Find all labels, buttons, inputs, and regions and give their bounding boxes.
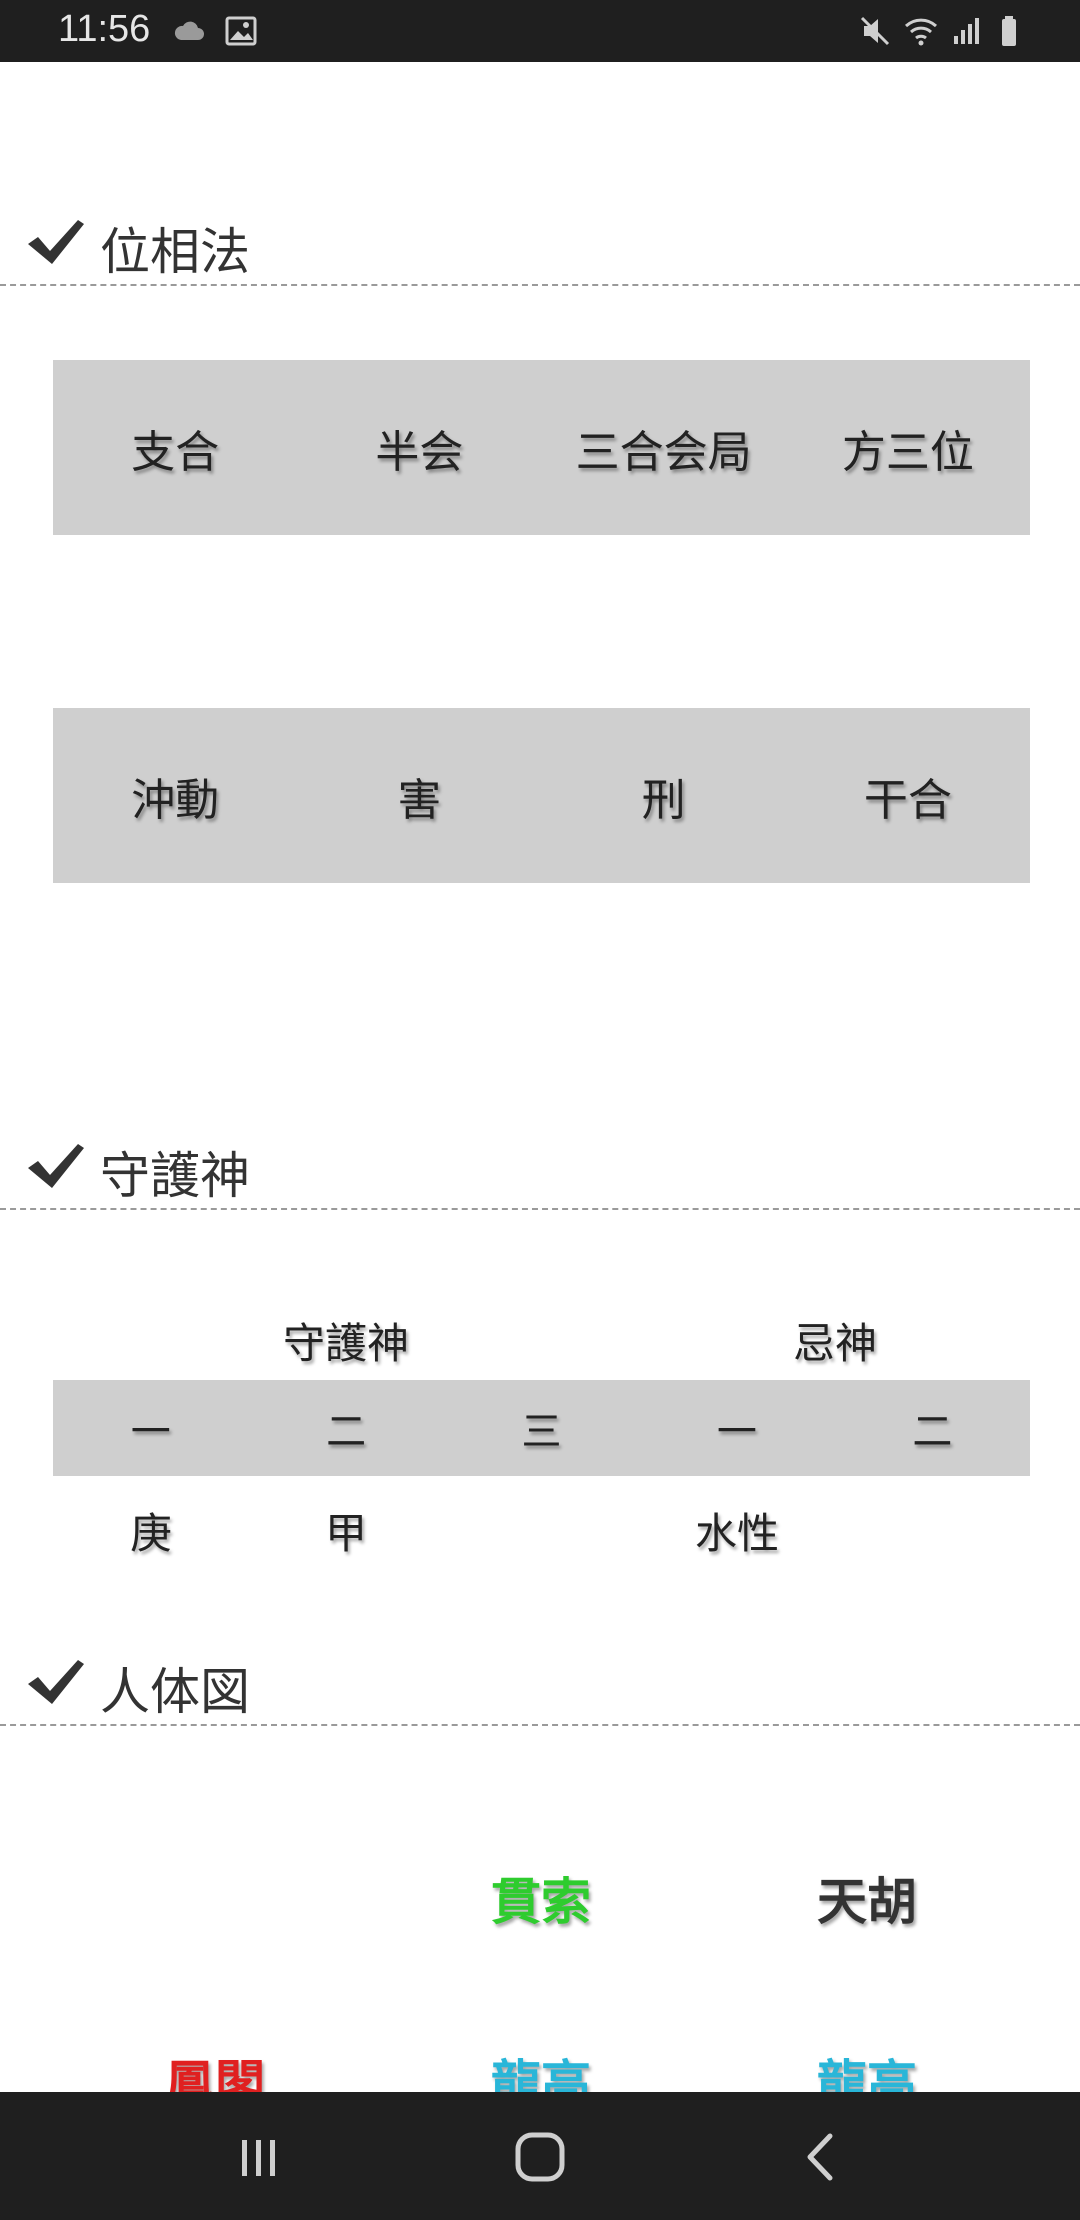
body-chart-cell: 鳳閣 (165, 2055, 265, 2092)
guardian-group-labels: 守護神 忌神 (53, 1310, 1030, 1380)
section-divider (0, 1724, 1080, 1726)
section-divider (0, 284, 1080, 286)
body-chart-cell: 天胡 (817, 1873, 917, 1931)
iso-button[interactable]: 干合 (786, 708, 1030, 883)
guardian-column-header: 一 (716, 1409, 757, 1455)
checkmark-icon (26, 216, 86, 268)
checkmark-icon (26, 1656, 86, 1708)
iso-button[interactable]: 三合会局 (542, 360, 786, 535)
cloud-icon (172, 14, 206, 48)
iso-button[interactable]: 方三位 (786, 360, 1030, 535)
section-header-guardian: 守護神 (0, 1132, 1080, 1205)
guardian-column-header: 一 (130, 1409, 171, 1455)
guardian-column-header: 二 (912, 1409, 953, 1455)
iso-button[interactable]: 害 (297, 708, 541, 883)
status-bar: 11:56 (0, 0, 1080, 62)
body-chart-cell: 龍高 (817, 2055, 917, 2092)
iso-row-2: 沖動 害 刑 干合 (53, 708, 1030, 883)
section-divider (0, 1208, 1080, 1210)
battery-icon (994, 14, 1028, 48)
guardian-value: 甲 (324, 1509, 368, 1558)
section-title: 人体図 (100, 1663, 250, 1721)
guardian-group-label: 守護神 (282, 1319, 410, 1368)
section-header-iso: 位相法 (0, 208, 1080, 281)
iso-row-1: 支合 半会 三合会局 方三位 (53, 360, 1030, 535)
navigation-bar (0, 2092, 1080, 2220)
guardian-value: 水性 (694, 1509, 780, 1558)
recents-icon[interactable] (218, 2122, 298, 2192)
content-area[interactable]: 位相法 支合 半会 三合会局 方三位 沖動 害 刑 干合 守護神 守護神 忌神 … (0, 62, 1080, 2092)
image-icon (224, 14, 258, 48)
guardian-column-header: 二 (326, 1409, 367, 1455)
body-chart-cell: 貫索 (491, 1873, 591, 1931)
mute-icon (858, 14, 892, 48)
guardian-values-row: 庚 甲 水性 (53, 1500, 1030, 1570)
section-header-body: 人体図 (0, 1648, 1080, 1721)
guardian-header-row: 一 二 三 一 二 (53, 1380, 1030, 1476)
guardian-value: 庚 (129, 1509, 173, 1558)
wifi-icon (904, 14, 938, 48)
iso-button[interactable]: 支合 (53, 360, 297, 535)
status-time: 11:56 (58, 8, 151, 50)
avoid-group-label: 忌神 (792, 1319, 878, 1368)
signal-icon (950, 14, 984, 48)
iso-button[interactable]: 刑 (542, 708, 786, 883)
section-title: 守護神 (100, 1147, 250, 1205)
iso-button[interactable]: 沖動 (53, 708, 297, 883)
body-chart-cell: 龍高 (491, 2055, 591, 2092)
section-title: 位相法 (100, 223, 250, 281)
back-icon[interactable] (780, 2122, 860, 2192)
checkmark-icon (26, 1140, 86, 1192)
home-icon[interactable] (500, 2122, 580, 2192)
iso-button[interactable]: 半会 (297, 360, 541, 535)
guardian-column-header: 三 (521, 1409, 562, 1455)
